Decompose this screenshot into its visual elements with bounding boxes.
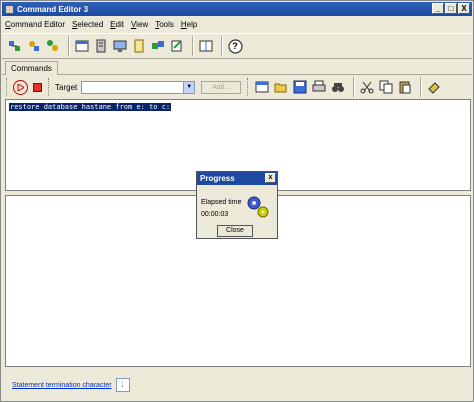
stop-icon[interactable] xyxy=(33,82,42,92)
tab-commands[interactable]: Commands xyxy=(5,61,58,75)
save-icon[interactable] xyxy=(292,79,308,95)
target-select[interactable]: ▼ xyxy=(81,80,196,94)
title-bar: Command Editor 3 _ □ X xyxy=(2,2,472,16)
menu-bar: Command Editor Selected Edit View Tools … xyxy=(2,17,472,31)
menu-view[interactable]: View xyxy=(131,20,148,29)
eraser-icon[interactable] xyxy=(426,79,442,95)
toolbar-gripper xyxy=(48,78,51,96)
status-bar: Statement termination character ; xyxy=(2,369,472,401)
app-icon xyxy=(5,4,14,14)
minimize-button[interactable]: _ xyxy=(432,3,444,14)
toolbar-separator xyxy=(221,36,223,56)
window-icon[interactable] xyxy=(254,79,270,95)
gears-icon xyxy=(245,194,271,222)
copy-icon[interactable] xyxy=(378,79,394,95)
menu-selected[interactable]: Selected xyxy=(72,20,103,29)
menu-tools[interactable]: Tools xyxy=(155,20,174,29)
settings-icon[interactable] xyxy=(45,38,61,54)
toolbar-separator xyxy=(68,36,70,56)
menu-command-editor[interactable]: Command Editor xyxy=(5,20,65,29)
add-button[interactable]: Add... xyxy=(201,80,242,94)
window-controls: _ □ X xyxy=(432,3,470,14)
help-icon[interactable]: ? xyxy=(227,38,243,54)
elapsed-time-label: Elapsed time xyxy=(201,199,242,206)
commands-toolbar: Target ▼ Add... xyxy=(2,76,472,98)
split-icon[interactable] xyxy=(198,38,214,54)
window-icon[interactable] xyxy=(74,38,90,54)
toolbar-separator xyxy=(420,77,423,97)
target-label: Target xyxy=(55,82,78,92)
menu-help[interactable]: Help xyxy=(181,20,197,29)
toolbar-separator xyxy=(192,36,194,56)
run-icon[interactable] xyxy=(13,79,28,95)
command-text[interactable]: restore database hastane from e: to c: xyxy=(9,103,172,111)
elapsed-time-value: 00:00:03 xyxy=(201,211,229,218)
scripts-icon[interactable] xyxy=(7,38,23,54)
close-button[interactable]: Close xyxy=(217,225,253,237)
bundle-icon[interactable] xyxy=(150,38,166,54)
maximize-button[interactable]: □ xyxy=(445,3,457,14)
command-editor-window: Command Editor 3 _ □ X Command Editor Se… xyxy=(0,0,474,402)
tab-strip: Commands xyxy=(2,61,472,75)
open-folder-icon[interactable] xyxy=(273,79,289,95)
dialog-close-icon[interactable]: x xyxy=(265,173,276,183)
toolbar-gripper[interactable] xyxy=(6,78,9,96)
paste-icon[interactable] xyxy=(397,79,413,95)
progress-dialog: Progress x Elapsed time 00:00:03 Close xyxy=(196,171,278,239)
cut-icon[interactable] xyxy=(359,79,375,95)
close-button[interactable]: X xyxy=(458,3,470,14)
document-icon[interactable] xyxy=(131,38,147,54)
server-icon[interactable] xyxy=(93,38,109,54)
chevron-down-icon[interactable]: ▼ xyxy=(183,81,195,93)
print-icon[interactable] xyxy=(311,79,327,95)
toolbar-gripper xyxy=(247,78,250,96)
main-toolbar: ? xyxy=(2,33,472,59)
window-title: Command Editor 3 xyxy=(17,4,89,14)
progress-dialog-title: Progress xyxy=(200,174,235,183)
menu-edit[interactable]: Edit xyxy=(110,20,124,29)
statement-termination-link[interactable]: Statement termination character xyxy=(12,382,112,389)
binoculars-icon[interactable] xyxy=(330,79,346,95)
tools-icon[interactable] xyxy=(26,38,42,54)
monitor-icon[interactable] xyxy=(112,38,128,54)
termination-char-field[interactable]: ; xyxy=(115,378,130,392)
progress-dialog-titlebar: Progress x xyxy=(197,172,277,185)
edit-icon[interactable] xyxy=(169,38,185,54)
toolbar-separator xyxy=(353,77,356,97)
help-icon-label: ? xyxy=(232,41,238,51)
